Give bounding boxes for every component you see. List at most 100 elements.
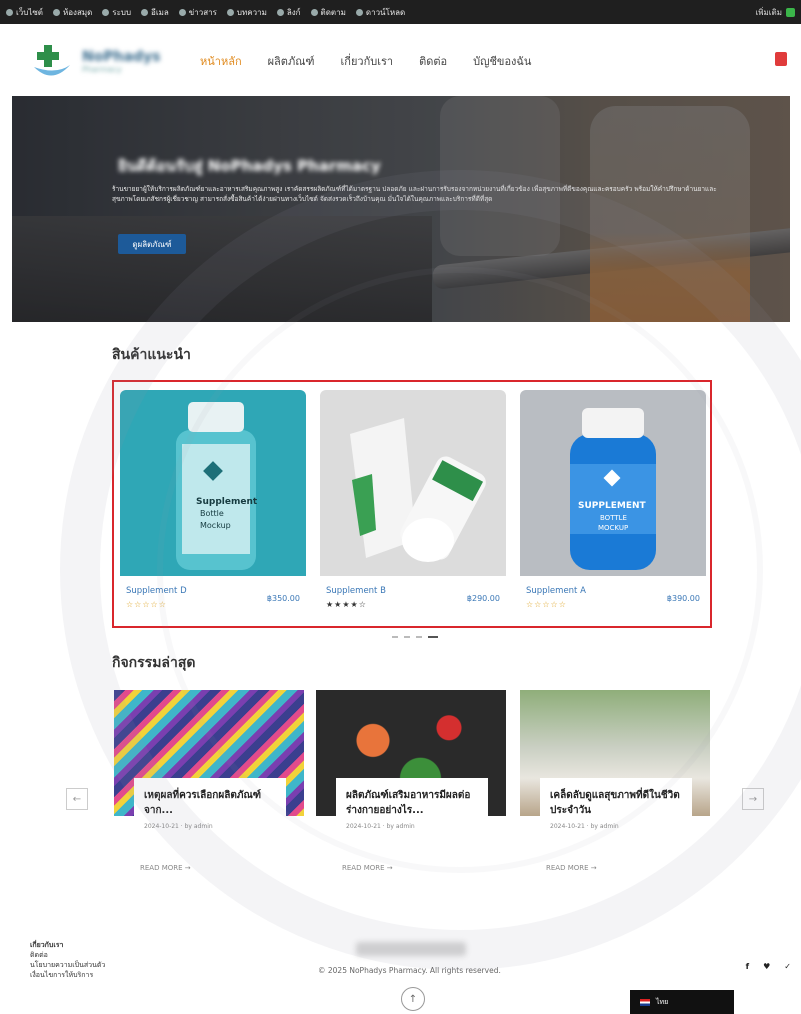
bookmark-label: เว็บไซต์	[16, 7, 43, 17]
bookmark-icon	[276, 8, 284, 16]
bookmark-item[interactable]: ข่าวสาร	[178, 6, 217, 19]
svg-text:BOTTLE: BOTTLE	[600, 514, 627, 522]
product-price: ฿290.00	[466, 594, 500, 603]
bookmark-item[interactable]: ดาวน์โหลด	[355, 6, 406, 19]
product-card[interactable]: SUPPLEMENT BOTTLE MOCKUP Supplement A ฿3…	[520, 390, 706, 616]
footer-link[interactable]: ติดต่อ	[30, 950, 105, 960]
site-header: NoPhadys Pharmacy หน้าหลัก ผลิตภัณฑ์ เกี…	[0, 24, 801, 96]
bookmark-label: ดาวน์โหลด	[365, 7, 406, 17]
activity-card-body: ผลิตภัณฑ์เสริมอาหารมีผลต่อร่างกายอย่างไร…	[336, 778, 488, 874]
back-to-top-icon[interactable]: ↑	[401, 987, 425, 1011]
bookmark-item[interactable]: ลิงก์	[276, 6, 301, 19]
main-nav: หน้าหลัก ผลิตภัณฑ์ เกี่ยวกับเรา ติดต่อ บ…	[200, 52, 531, 70]
bookmark-icon	[178, 8, 186, 16]
hero-title: ยินดีต้อนรับสู่ NoPhadys Pharmacy	[118, 157, 381, 175]
footer-brand	[356, 942, 466, 956]
product-image[interactable]: Supplement Bottle Mockup	[120, 390, 306, 576]
hero-cta-button[interactable]: ดูผลิตภัณฑ์	[118, 234, 186, 254]
read-more-link[interactable]: READ MORE →	[140, 864, 191, 872]
activity-title[interactable]: ผลิตภัณฑ์เสริมอาหารมีผลต่อร่างกายอย่างไร…	[346, 788, 478, 818]
footer-link[interactable]: นโยบายความเป็นส่วนตัว	[30, 960, 105, 970]
bookmark-icon	[226, 8, 234, 16]
bookmark-label: ระบบ	[112, 7, 132, 17]
svg-text:SUPPLEMENT: SUPPLEMENT	[578, 501, 647, 511]
svg-text:Mockup: Mockup	[200, 521, 231, 530]
product-name[interactable]: Supplement A	[526, 586, 586, 596]
activity-card[interactable]: เหตุผลที่ควรเลือกผลิตภัณฑ์จาก... 2024-10…	[114, 690, 304, 880]
svg-text:Supplement: Supplement	[196, 497, 258, 507]
bookmark-icon	[141, 8, 149, 16]
activities-title: กิจกรรมล่าสุด	[112, 655, 196, 671]
recommended-carousel: Supplement Bottle Mockup Supplement D ฿3…	[112, 380, 712, 628]
activity-meta: 2024-10-21 · by admin	[144, 823, 213, 830]
read-more-link[interactable]: READ MORE →	[546, 864, 597, 872]
check-icon[interactable]: ✓	[784, 962, 791, 971]
bookmark-item[interactable]: ระบบ	[102, 6, 131, 19]
activity-card[interactable]: เคล็ดลับดูแลสุขภาพที่ดีในชีวิตประจำวัน 2…	[520, 690, 710, 880]
brand-tagline: Pharmacy	[82, 64, 122, 74]
svg-text:MOCKUP: MOCKUP	[598, 524, 628, 532]
product-name[interactable]: Supplement B	[326, 586, 386, 596]
bookmark-item[interactable]: ติดตาม	[310, 6, 346, 19]
bookmark-label: ลิงก์	[286, 7, 301, 17]
extension-icon[interactable]	[786, 7, 795, 17]
bookmark-item[interactable]: บทความ	[226, 6, 267, 19]
nav-item-about[interactable]: เกี่ยวกับเรา	[341, 52, 394, 70]
hero-text: ร้านขายยาผู้ให้บริการผลิตภัณฑ์ยาและอาหาร…	[112, 185, 717, 203]
site-logo[interactable]: NoPhadys Pharmacy	[30, 38, 180, 84]
bookmarks-more[interactable]: เพิ่มเติม	[756, 6, 795, 19]
supplement-jar-icon: SUPPLEMENT BOTTLE MOCKUP	[570, 408, 656, 570]
heart-icon[interactable]: ♥	[763, 962, 770, 971]
bookmark-item[interactable]: อีเมล	[141, 6, 169, 19]
nav-item-home[interactable]: หน้าหลัก	[200, 52, 242, 70]
activity-title[interactable]: เคล็ดลับดูแลสุขภาพที่ดีในชีวิตประจำวัน	[550, 788, 682, 818]
activities-next-button[interactable]: →	[742, 788, 764, 810]
cart-icon[interactable]	[775, 52, 787, 66]
activity-card[interactable]: ผลิตภัณฑ์เสริมอาหารมีผลต่อร่างกายอย่างไร…	[316, 690, 506, 880]
supplement-box-icon	[350, 418, 486, 562]
activity-title[interactable]: เหตุผลที่ควรเลือกผลิตภัณฑ์จาก...	[144, 788, 276, 818]
bookmark-icon	[102, 8, 110, 16]
carousel-dot[interactable]	[392, 636, 398, 638]
product-card[interactable]: Supplement Bottle Mockup Supplement D ฿3…	[120, 390, 306, 616]
carousel-dot-active[interactable]	[428, 636, 438, 638]
nav-item-contact[interactable]: ติดต่อ	[419, 52, 447, 70]
supplement-bottle-icon: Supplement Bottle Mockup	[176, 402, 258, 570]
language-switcher[interactable]: ไทย	[630, 990, 734, 1014]
product-rating: ★★★★☆	[326, 600, 367, 609]
carousel-dot[interactable]	[404, 636, 410, 638]
hero-overlay	[12, 96, 790, 322]
product-price: ฿390.00	[666, 594, 700, 603]
product-name[interactable]: Supplement D	[126, 586, 187, 596]
nav-item-products[interactable]: ผลิตภัณฑ์	[268, 52, 315, 70]
language-label: ไทย	[656, 997, 669, 1006]
bookmark-icon	[310, 8, 318, 16]
bookmark-label: ข่าวสาร	[188, 7, 217, 17]
footer-copyright: © 2025 NoPhadys Pharmacy. All rights res…	[318, 966, 501, 975]
activity-meta: 2024-10-21 · by admin	[550, 823, 619, 830]
carousel-dot[interactable]	[416, 636, 422, 638]
footer-link[interactable]: เงื่อนไขการให้บริการ	[30, 970, 105, 980]
read-more-link[interactable]: READ MORE →	[342, 864, 393, 872]
social-links: f ♥ ✓	[746, 962, 791, 971]
activity-card-body: เคล็ดลับดูแลสุขภาพที่ดีในชีวิตประจำวัน 2…	[540, 778, 692, 874]
product-rating: ☆☆☆☆☆	[126, 600, 167, 609]
product-price: ฿350.00	[266, 594, 300, 603]
nav-item-account[interactable]: บัญชีของฉัน	[473, 52, 531, 70]
facebook-icon[interactable]: f	[746, 962, 749, 971]
recommended-title: สินค้าแนะนำ	[112, 347, 191, 363]
bookmarks-more-label: เพิ่มเติม	[755, 7, 782, 17]
browser-bookmarks-bar: เว็บไซต์ ห้องสมุด ระบบ อีเมล ข่าวสาร บทค…	[0, 0, 801, 24]
product-image[interactable]: SUPPLEMENT BOTTLE MOCKUP	[520, 390, 706, 576]
bookmark-label: อีเมล	[151, 7, 169, 17]
bookmark-item[interactable]: เว็บไซต์	[6, 6, 43, 19]
bookmark-item[interactable]: ห้องสมุด	[52, 6, 92, 19]
activity-meta: 2024-10-21 · by admin	[346, 823, 415, 830]
product-card[interactable]: Supplement B ฿290.00 ★★★★☆	[320, 390, 506, 616]
brand-name: NoPhadys	[82, 48, 161, 65]
activities-prev-button[interactable]: ←	[66, 788, 88, 810]
svg-text:Bottle: Bottle	[200, 509, 224, 518]
bookmark-icon	[6, 8, 13, 16]
product-image[interactable]	[320, 390, 506, 576]
footer-heading: เกี่ยวกับเรา	[30, 941, 64, 949]
